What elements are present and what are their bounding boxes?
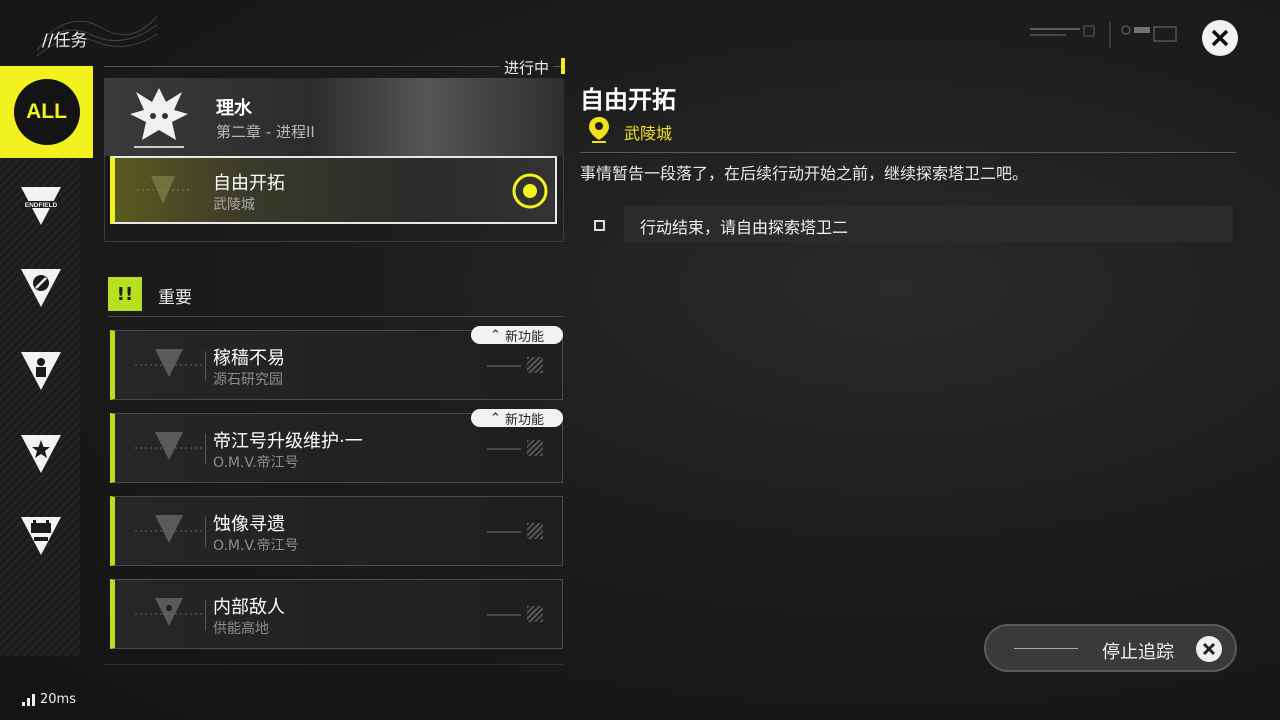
quest-location: O.M.V.帝江号 [213,455,299,471]
objective-text: 行动结束，请自由探索塔卫二 [640,218,849,237]
quest-title: 稼穑不易 [213,348,285,369]
category-all-button[interactable]: ALL [0,66,93,158]
breadcrumb: //任务 [42,31,88,51]
chevron-up-icon: ⌃ [490,410,501,426]
stop-tracking-button[interactable]: 停止追踪 [984,624,1237,672]
active-quest-title: 自由开拓 [213,173,285,194]
quest-title: 内部敌人 [213,597,285,618]
endfield-wordmark: ENDFIELD [25,202,58,209]
all-label: ALL [13,79,80,145]
in-progress-label: 进行中 [500,57,554,78]
quest-location: 源石研究园 [213,372,283,388]
main-quest-card[interactable]: 理水 第二章 - 进程II [104,78,564,156]
new-feature-tag: ⌃ 新功能 [471,326,563,345]
new-feature-label: 新功能 [504,329,544,345]
hatch-decoration [527,523,543,539]
tracking-target-icon[interactable] [511,172,549,210]
quest-card[interactable]: 蚀像寻遗 O.M.V.帝江号 [110,496,563,566]
location-pin-icon [589,117,609,143]
code-decoration [487,365,521,367]
category-event-button[interactable] [18,430,64,476]
in-progress-marker [561,58,565,74]
important-badge: !! [108,277,142,311]
person-icon [21,352,61,390]
quest-title: 帝江号升级维护·一 [213,431,363,452]
active-quest-card[interactable]: 自由开拓 武陵城 [110,156,557,224]
endfield-icon: ENDFIELD [21,187,61,225]
button-line-decoration [1014,648,1078,649]
category-exploration-button[interactable] [18,264,64,310]
detail-title: 自由开拓 [580,86,676,114]
quest-type-icon [135,432,203,460]
quest-title: 蚀像寻遗 [213,514,285,535]
quest-type-icon [135,598,203,626]
new-feature-tag: ⌃ 新功能 [471,409,563,428]
new-feature-label: 新功能 [504,412,544,428]
quest-type-icon [135,349,203,377]
stop-tracking-label: 停止追踪 [1102,642,1174,663]
star-icon [21,435,61,473]
close-icon [1211,29,1229,47]
main-quest-title: 理水 [216,98,252,119]
signal-icon [22,693,35,706]
in-progress-divider [104,66,564,67]
card-divider [205,434,206,464]
quest-location: O.M.V.帝江号 [213,538,299,554]
hatch-decoration [527,357,543,373]
chevron-up-icon: ⌃ [490,327,501,343]
battery-icon [21,517,61,555]
card-divider [205,351,206,381]
active-quest-location: 武陵城 [213,197,255,213]
code-decoration [487,448,521,450]
compass-icon [21,269,61,307]
hud-decoration [1030,22,1177,48]
category-endfield-button[interactable]: ENDFIELD [18,182,64,228]
hatch-decoration [527,440,543,456]
code-decoration [487,531,521,533]
category-character-button[interactable] [18,347,64,393]
detail-divider [580,152,1236,153]
card-divider [205,517,206,547]
close-button[interactable] [1202,20,1238,56]
detail-location: 武陵城 [624,124,673,143]
hatch-decoration [527,606,543,622]
list-bottom-divider [104,664,564,665]
detail-description: 事情暂告一段落了，在后续行动开始之前，继续探索塔卫二吧。 [580,164,1029,183]
dragon-emblem-icon [130,88,188,148]
main-quest-chapter: 第二章 - 进程II [216,123,315,141]
network-status: 20ms [22,692,76,707]
ping-value: 20ms [40,692,76,707]
code-decoration [487,614,521,616]
objective-checkbox-icon [594,220,605,231]
quest-type-icon [135,515,203,543]
important-divider [108,316,564,317]
quest-card[interactable]: 内部敌人 供能高地 [110,579,563,649]
close-circle-icon [1196,636,1222,662]
card-divider [205,600,206,630]
important-section-title: 重要 [158,288,192,308]
objective-row: 行动结束，请自由探索塔卫二 [580,206,1233,242]
quest-type-icon [137,176,189,204]
category-daily-button[interactable] [18,512,64,558]
quest-location: 供能高地 [213,621,269,637]
